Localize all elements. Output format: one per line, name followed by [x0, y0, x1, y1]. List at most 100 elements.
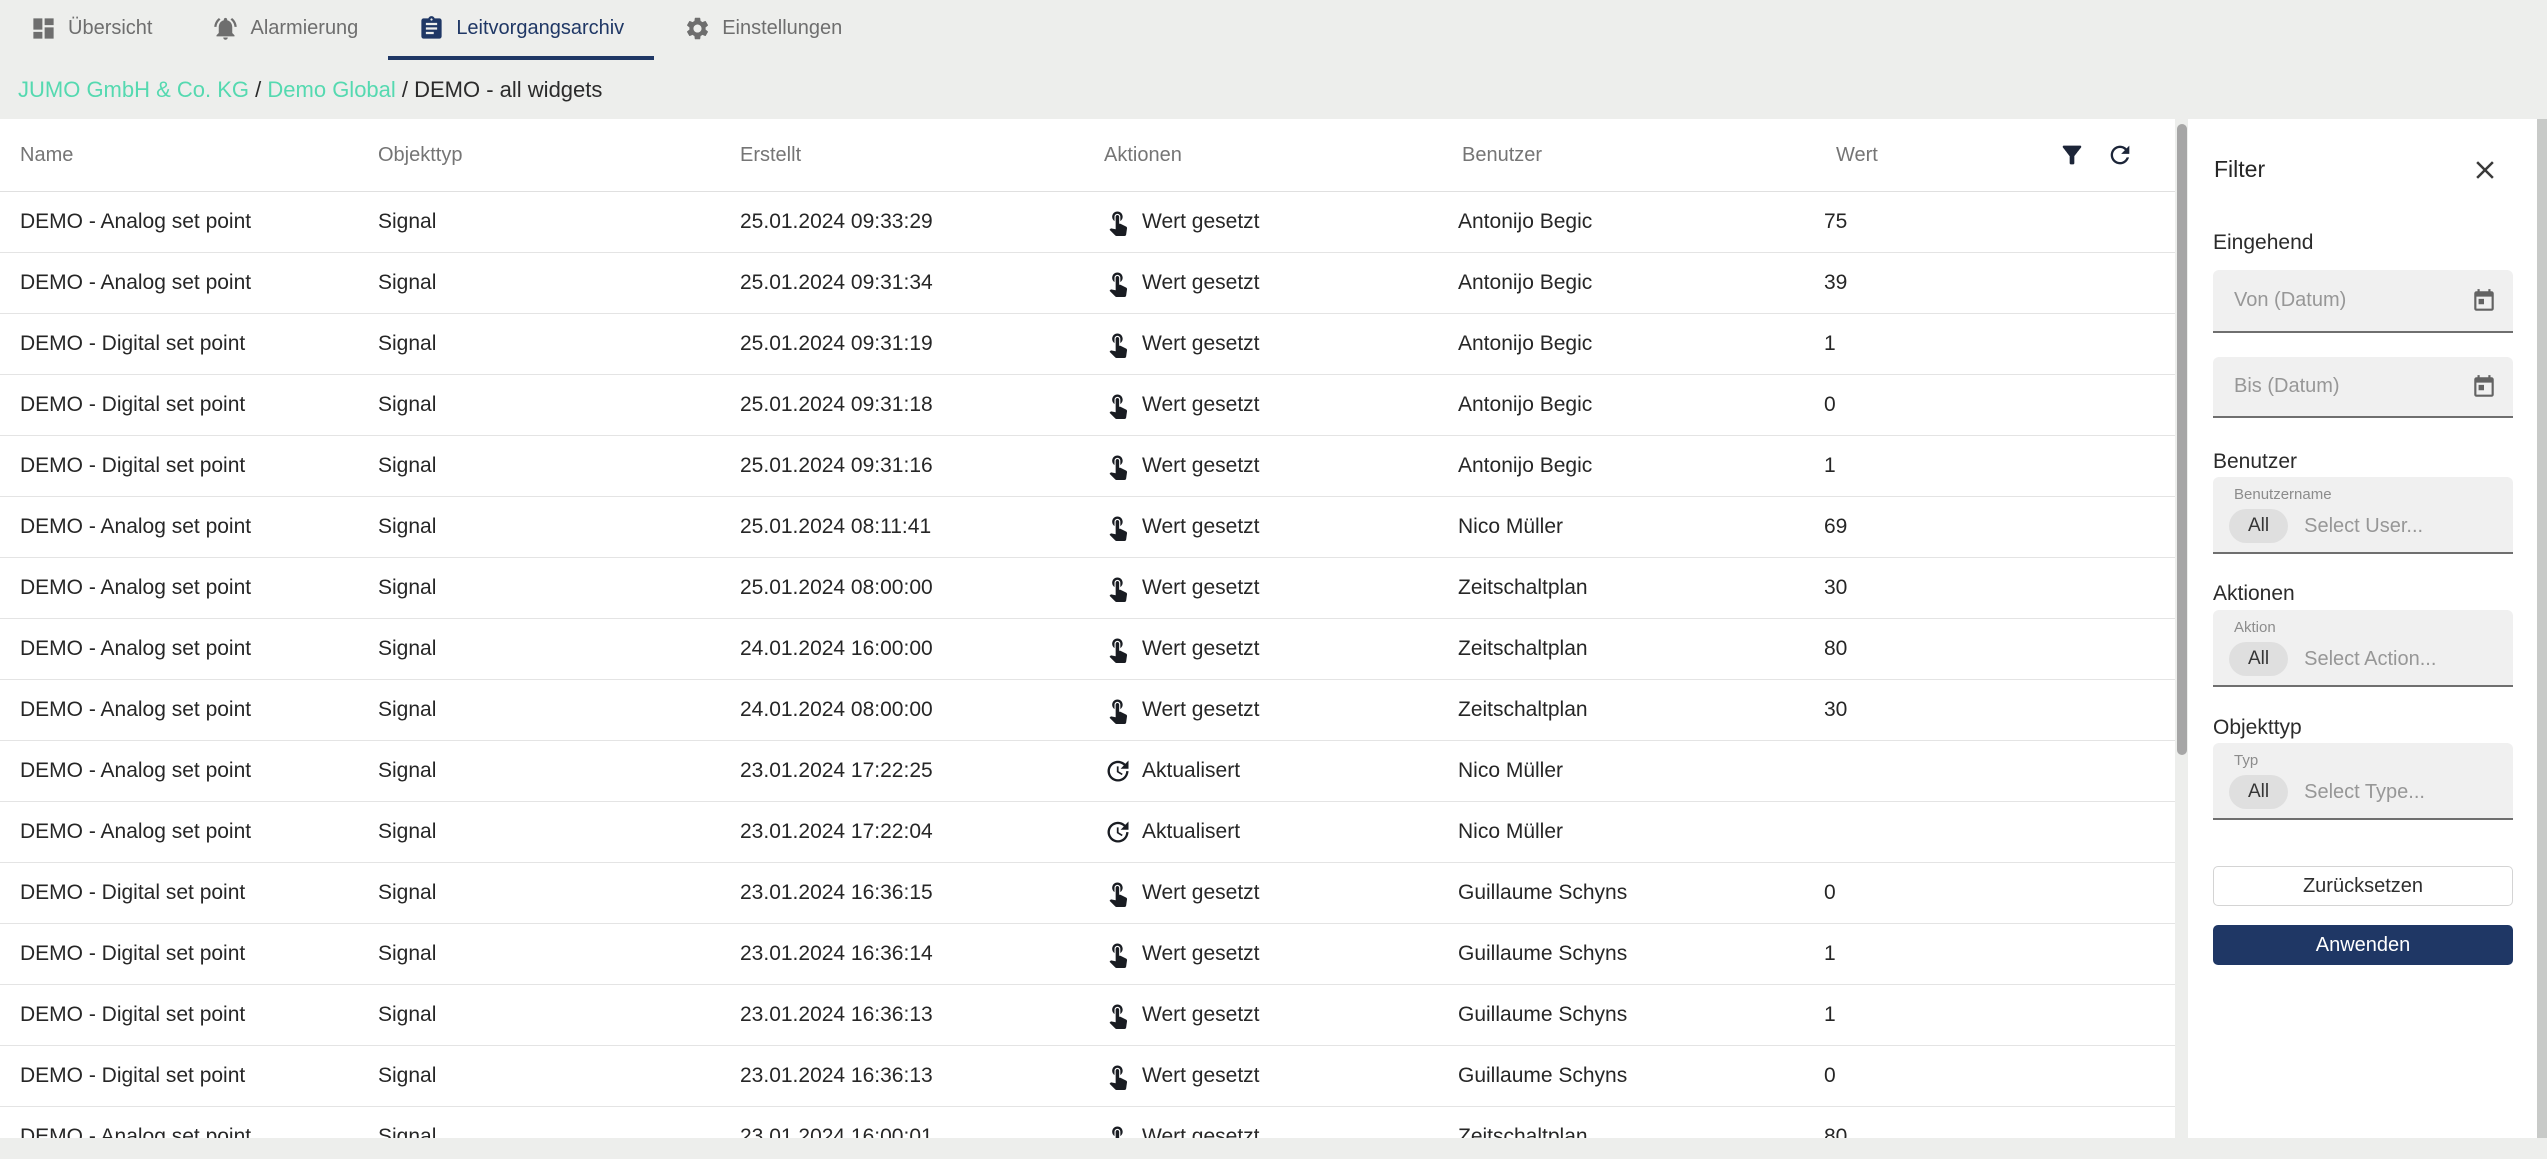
breadcrumb-link-company[interactable]: JUMO GmbH & Co. KG	[18, 77, 249, 103]
cell-wert: 1	[1824, 985, 1836, 1045]
date-from-placeholder: Von (Datum)	[2234, 289, 2471, 312]
calendar-icon[interactable]	[2471, 374, 2497, 400]
table-row[interactable]: DEMO - Digital set point Signal 23.01.20…	[0, 863, 2175, 924]
cell-benutzer: Zeitschaltplan	[1458, 1107, 1588, 1138]
touch-app-icon	[1104, 513, 1132, 541]
cell-erstellt: 25.01.2024 09:31:19	[740, 314, 933, 374]
panel-vertical-scrollbar[interactable]	[2537, 119, 2547, 1138]
section-heading-benutzer: Benutzer	[2213, 450, 2297, 474]
type-select-placeholder: Select Type...	[2304, 781, 2425, 804]
touch-app-icon	[1104, 635, 1132, 663]
touch-app-icon	[1104, 879, 1132, 907]
action-all-chip[interactable]: All	[2229, 642, 2288, 676]
table-row[interactable]: DEMO - Analog set point Signal 25.01.202…	[0, 497, 2175, 558]
cell-objekttyp: Signal	[378, 985, 436, 1045]
section-heading-eingehend: Eingehend	[2213, 231, 2313, 255]
refresh-icon[interactable]	[2106, 141, 2134, 169]
table-row[interactable]: DEMO - Analog set point Signal 24.01.202…	[0, 619, 2175, 680]
table-vertical-scrollbar[interactable]	[2177, 124, 2187, 755]
cell-objekttyp: Signal	[378, 863, 436, 923]
type-all-chip[interactable]: All	[2229, 775, 2288, 809]
user-all-chip[interactable]: All	[2229, 509, 2288, 543]
date-from-field[interactable]: Von (Datum)	[2213, 270, 2513, 333]
reset-button[interactable]: Zurücksetzen	[2213, 866, 2513, 906]
table-row[interactable]: DEMO - Digital set point Signal 23.01.20…	[0, 985, 2175, 1046]
cell-objekttyp: Signal	[378, 924, 436, 984]
table-row[interactable]: DEMO - Analog set point Signal 23.01.202…	[0, 802, 2175, 863]
section-heading-objekttyp: Objekttyp	[2213, 716, 2302, 740]
table-row[interactable]: DEMO - Digital set point Signal 23.01.20…	[0, 924, 2175, 985]
tab-leitvorgangsarchiv[interactable]: Leitvorgangsarchiv	[388, 0, 654, 60]
action-label: Wert gesetzt	[1142, 393, 1260, 417]
table-row[interactable]: DEMO - Digital set point Signal 25.01.20…	[0, 436, 2175, 497]
cell-erstellt: 25.01.2024 08:11:41	[740, 497, 931, 557]
table-row[interactable]: DEMO - Analog set point Signal 24.01.202…	[0, 680, 2175, 741]
touch-app-icon	[1104, 269, 1132, 297]
action-label: Wert gesetzt	[1142, 698, 1260, 722]
tab-einstellungen[interactable]: Einstellungen	[654, 0, 872, 60]
clipboard-icon	[418, 15, 445, 42]
cell-benutzer: Guillaume Schyns	[1458, 1046, 1627, 1106]
cell-wert: 69	[1824, 497, 1847, 557]
cell-wert: 75	[1824, 192, 1847, 252]
action-select-field[interactable]: Aktion All Select Action...	[2213, 610, 2513, 687]
cell-wert: 39	[1824, 253, 1847, 313]
touch-app-icon	[1104, 330, 1132, 358]
table-row[interactable]: DEMO - Analog set point Signal 23.01.202…	[0, 741, 2175, 802]
table-row[interactable]: DEMO - Analog set point Signal 25.01.202…	[0, 192, 2175, 253]
cell-wert: 80	[1824, 619, 1847, 679]
table-row[interactable]: DEMO - Digital set point Signal 23.01.20…	[0, 1046, 2175, 1107]
table-row[interactable]: DEMO - Analog set point Signal 25.01.202…	[0, 558, 2175, 619]
cell-objekttyp: Signal	[378, 680, 436, 740]
user-select-field[interactable]: Benutzername All Select User...	[2213, 477, 2513, 554]
apply-button[interactable]: Anwenden	[2213, 925, 2513, 965]
cell-aktion: Aktualisert	[1104, 741, 1240, 801]
action-label: Wert gesetzt	[1142, 881, 1260, 905]
alarm-bell-icon	[212, 15, 239, 42]
filter-icon[interactable]	[2058, 141, 2086, 169]
table-row[interactable]: DEMO - Digital set point Signal 25.01.20…	[0, 314, 2175, 375]
cell-erstellt: 25.01.2024 09:31:18	[740, 375, 933, 435]
cell-benutzer: Antonijo Begic	[1458, 436, 1592, 496]
cell-benutzer: Guillaume Schyns	[1458, 985, 1627, 1045]
date-to-field[interactable]: Bis (Datum)	[2213, 357, 2513, 418]
touch-app-icon	[1104, 1062, 1132, 1090]
cell-erstellt: 23.01.2024 16:36:13	[740, 985, 933, 1045]
cell-wert: 80	[1824, 1107, 1847, 1138]
cell-objekttyp: Signal	[378, 375, 436, 435]
tab-label: Übersicht	[68, 17, 152, 40]
cell-aktion: Wert gesetzt	[1104, 375, 1260, 435]
tab-alarmierung[interactable]: Alarmierung	[182, 0, 388, 60]
table-row[interactable]: DEMO - Analog set point Signal 23.01.202…	[0, 1107, 2175, 1138]
cell-wert: 1	[1824, 436, 1836, 496]
cell-name: DEMO - Digital set point	[20, 985, 245, 1045]
cell-wert: 30	[1824, 680, 1847, 740]
action-label: Wert gesetzt	[1142, 637, 1260, 661]
calendar-icon[interactable]	[2471, 288, 2497, 314]
table-body: DEMO - Analog set point Signal 25.01.202…	[0, 192, 2175, 1138]
tab-bersicht[interactable]: Übersicht	[0, 0, 182, 60]
cell-erstellt: 23.01.2024 17:22:25	[740, 741, 933, 801]
cell-objekttyp: Signal	[378, 253, 436, 313]
table-row[interactable]: DEMO - Analog set point Signal 25.01.202…	[0, 253, 2175, 314]
cell-aktion: Wert gesetzt	[1104, 497, 1260, 557]
touch-app-icon	[1104, 574, 1132, 602]
breadcrumb-link-group[interactable]: Demo Global	[267, 77, 395, 103]
cell-benutzer: Nico Müller	[1458, 802, 1563, 862]
table-row[interactable]: DEMO - Digital set point Signal 25.01.20…	[0, 375, 2175, 436]
type-select-field[interactable]: Typ All Select Type...	[2213, 743, 2513, 820]
cell-name: DEMO - Analog set point	[20, 802, 251, 862]
tab-label: Alarmierung	[250, 17, 358, 40]
touch-app-icon	[1104, 1123, 1132, 1138]
action-label: Wert gesetzt	[1142, 1064, 1260, 1088]
cell-wert: 30	[1824, 558, 1847, 618]
close-icon[interactable]	[2470, 155, 2500, 185]
touch-app-icon	[1104, 696, 1132, 724]
cell-benutzer: Zeitschaltplan	[1458, 619, 1588, 679]
cell-objekttyp: Signal	[378, 802, 436, 862]
cell-erstellt: 24.01.2024 16:00:00	[740, 619, 933, 679]
breadcrumb-separator: /	[396, 77, 414, 103]
touch-app-icon	[1104, 452, 1132, 480]
cell-aktion: Wert gesetzt	[1104, 680, 1260, 740]
cell-benutzer: Antonijo Begic	[1458, 192, 1592, 252]
